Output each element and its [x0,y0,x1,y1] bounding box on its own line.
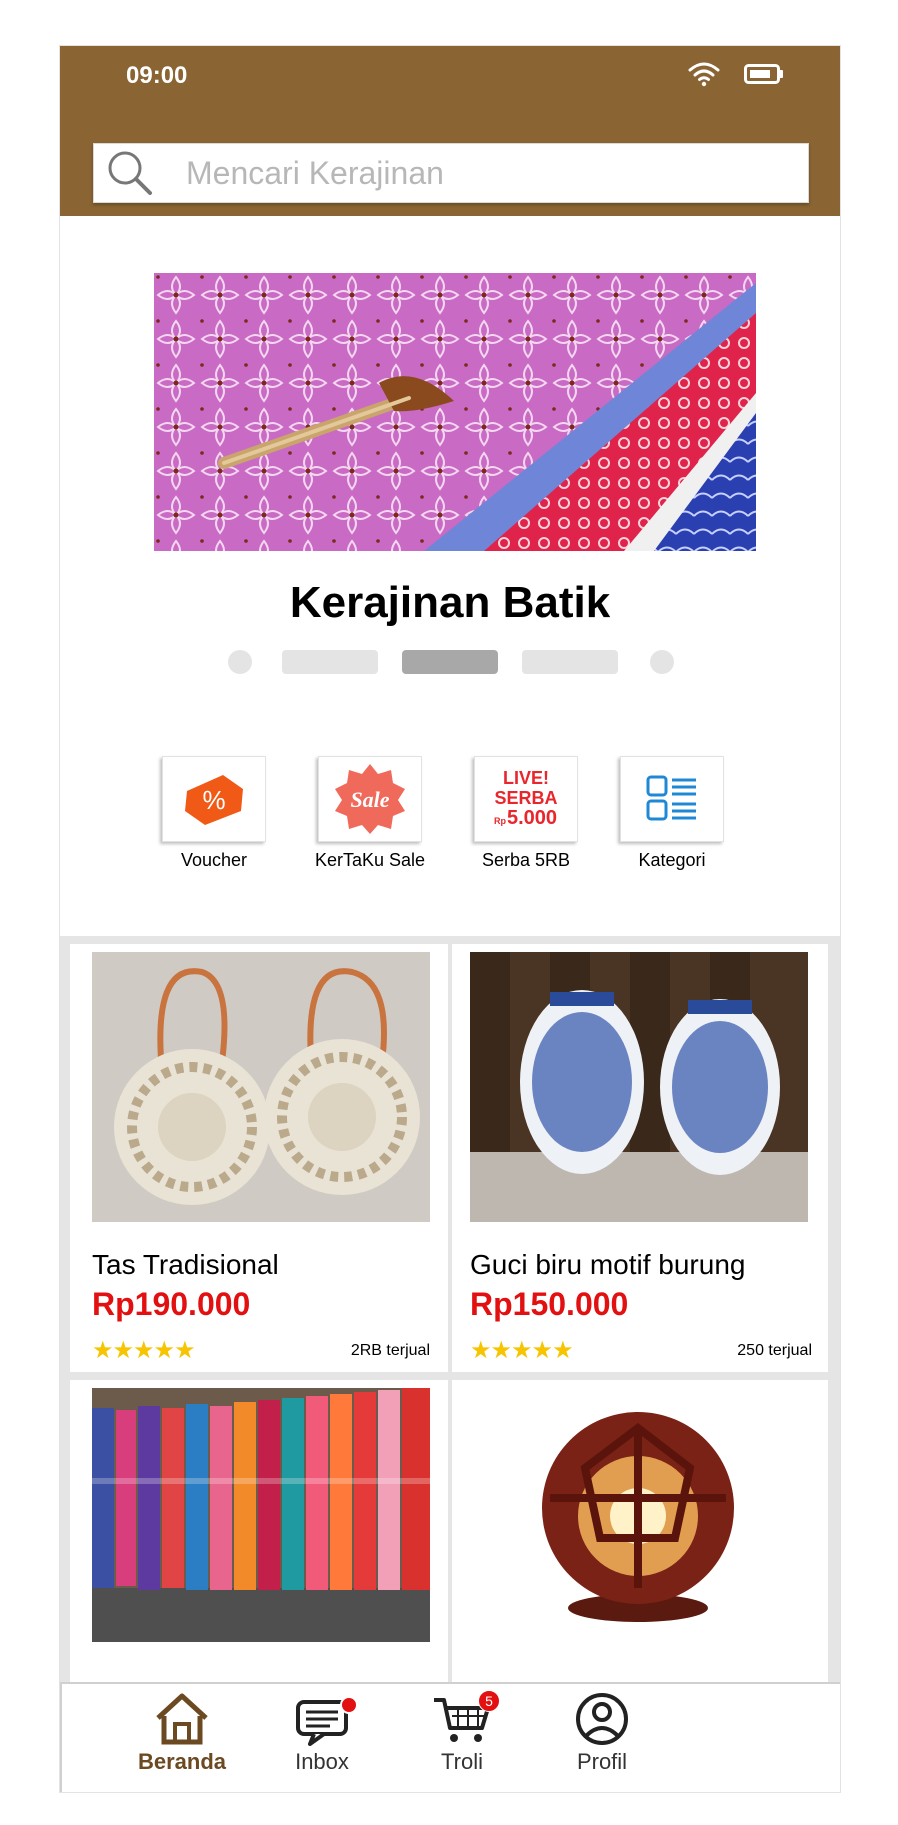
svg-text:SERBA: SERBA [494,788,557,808]
product-price: Rp150.000 [470,1286,629,1322]
battery-icon [744,64,783,84]
quick-menu-label: KerTaKu Sale [314,850,426,870]
nav-profil[interactable]: Profil [542,1692,662,1775]
product-price: Rp190.000 [92,1286,251,1322]
quick-menu-label: Voucher [180,850,248,870]
product-image [470,1388,808,1642]
inbox-unread-dot [340,1696,358,1714]
quick-menu-kertaku-sale[interactable]: Sale KerTaKu Sale [300,756,440,871]
quick-menu-label: Kategori [638,850,706,870]
wifi-icon [688,62,720,87]
status-time: 09:00 [126,62,188,89]
product-grid: Tas Tradisional Rp190.000 ★★★★★ 2RB terj… [60,936,840,1792]
quick-menu-label: Serba 5RB [481,850,571,870]
product-name: Guci biru motif burung [470,1249,746,1280]
svg-text:Sale: Sale [350,787,389,812]
product-card[interactable]: Tas Tradisional Rp190.000 ★★★★★ 2RB terj… [70,944,448,1372]
live-serba-5000-icon: LIVE! SERBA Rp 5.000 [494,768,558,829]
sale-tile: Sale [318,756,422,842]
carousel-dot[interactable] [282,650,378,674]
home-icon [156,1693,208,1745]
nav-inbox[interactable]: Inbox [262,1692,382,1775]
cart-count-badge: 5 [478,1690,500,1712]
rating-stars: ★★★★★ [470,1337,574,1364]
nav-label: Profil [576,1749,628,1774]
batik-fabric-image [154,273,756,551]
voucher-tile: % [162,756,266,842]
kategori-tile [620,756,724,842]
carousel-dot-active[interactable] [402,650,498,674]
serba-tile: LIVE! SERBA Rp 5.000 [474,756,578,842]
nav-beranda[interactable]: Beranda [122,1692,242,1775]
nav-label: Inbox [295,1749,349,1774]
svg-text:LIVE!: LIVE! [503,768,549,788]
banner-title: Kerajinan Batik [289,578,611,627]
carousel-dot[interactable] [650,650,674,674]
search-placeholder: Mencari Kerajinan [186,154,444,191]
product-image [470,952,808,1222]
quick-menu-serba-5rb[interactable]: LIVE! SERBA Rp 5.000 Serba 5RB [456,756,596,871]
svg-text:%: % [202,785,225,815]
category-list-icon [646,775,696,821]
quick-menu-kategori[interactable]: Kategori [602,756,742,871]
svg-text:5.000: 5.000 [507,807,557,829]
search-icon [108,151,152,195]
search-input[interactable]: Mencari Kerajinan [93,143,809,203]
product-image [92,1388,430,1642]
product-image [92,952,430,1222]
carousel-dot[interactable] [228,650,252,674]
svg-text:Rp: Rp [494,816,506,826]
sold-count: 2RB terjual [350,1342,430,1359]
nav-label: Beranda [137,1749,227,1774]
sold-count: 250 terjual [737,1342,812,1359]
quick-menu-voucher[interactable]: % Voucher [144,756,284,871]
nav-label: Troli [441,1749,483,1774]
rating-stars: ★★★★★ [92,1337,196,1364]
user-icon [576,1693,628,1745]
banner-image[interactable] [154,273,756,551]
app-header: 09:00 Mencari Kerajinan [60,46,840,216]
carousel-dot[interactable] [522,650,618,674]
product-card[interactable]: Guci biru motif burung Rp150.000 ★★★★★ 2… [452,944,828,1372]
percent-tag-icon: % [185,775,243,825]
product-name: Tas Tradisional [92,1249,279,1280]
nav-troli[interactable]: 5 Troli [402,1690,522,1775]
bottom-nav: Beranda Inbox 5 Troli Profil [60,1682,840,1792]
phone-screen: 09:00 Mencari Kerajinan Kerajinan Batik … [60,46,840,1792]
sale-badge-icon: Sale [335,764,405,834]
